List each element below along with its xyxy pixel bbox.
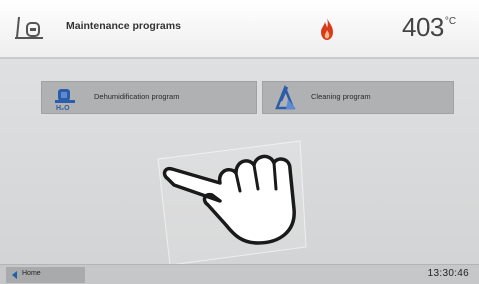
flame-icon [321, 18, 333, 40]
cleaning-program-label: Cleaning program [311, 92, 371, 101]
clock: 13:30:46 [427, 268, 469, 279]
page-title: Maintenance programs [66, 20, 181, 32]
home-button[interactable]: Home [6, 267, 85, 283]
back-arrow-icon [12, 271, 17, 279]
dehumidification-program-label: Dehumidification program [94, 92, 180, 101]
dehumidification-icon: H₂O [55, 89, 75, 111]
footer-bar: Home 13:30:46 [0, 264, 479, 284]
cleaning-icon [275, 85, 296, 110]
program-area: H₂O Dehumidification program Cleaning pr… [0, 59, 479, 266]
temperature-unit: °C [444, 16, 457, 27]
header-bar: Maintenance programs 403°C [0, 0, 479, 59]
cleaning-program-button[interactable]: Cleaning program [262, 81, 454, 114]
home-label: Home [22, 270, 41, 277]
svg-text:H₂O: H₂O [56, 105, 70, 111]
temperature-display: 403°C [402, 12, 456, 43]
temperature-value: 403 [402, 12, 444, 42]
furnace-maintenance-icon [15, 16, 43, 39]
dehumidification-program-button[interactable]: H₂O Dehumidification program [41, 81, 257, 114]
pointing-hand-icon [157, 140, 307, 266]
